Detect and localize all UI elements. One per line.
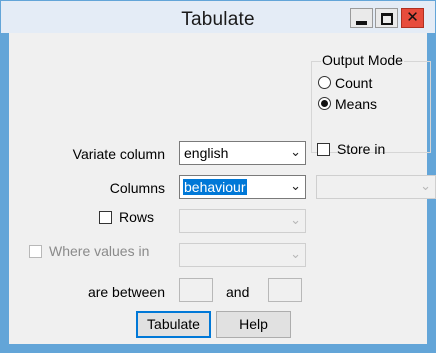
variate-column-select[interactable]: english ⌄ xyxy=(179,141,306,165)
close-icon: ✕ xyxy=(406,9,419,26)
output-mode-label: Output Mode xyxy=(321,52,404,68)
columns-label: Columns xyxy=(109,180,165,196)
variate-column-label: Variate column xyxy=(72,146,165,162)
minimize-button[interactable] xyxy=(350,8,373,28)
means-radio-label[interactable]: Means xyxy=(335,96,377,112)
and-label: and xyxy=(226,284,250,300)
range-from-field[interactable] xyxy=(179,278,213,302)
count-radio-label[interactable]: Count xyxy=(335,75,372,91)
where-values-in-select[interactable]: ⌄ xyxy=(179,243,306,267)
where-values-in-checkbox[interactable] xyxy=(29,245,42,258)
chevron-down-icon: ⌄ xyxy=(290,246,301,261)
store-in-select[interactable]: ⌄ xyxy=(316,175,436,199)
store-in-label[interactable]: Store in xyxy=(337,141,385,157)
range-to-field[interactable] xyxy=(268,278,302,302)
title-bar[interactable]: Tabulate ✕ xyxy=(1,1,435,33)
dialog-client-area: Output Mode Count Means Variate column e… xyxy=(9,33,436,344)
count-radio[interactable] xyxy=(318,76,331,89)
help-button[interactable]: Help xyxy=(216,311,291,338)
chevron-down-icon: ⌄ xyxy=(290,178,301,193)
chevron-down-icon: ⌄ xyxy=(290,144,301,159)
variate-column-value: english xyxy=(184,145,229,161)
are-between-label: are between xyxy=(87,284,165,300)
rows-checkbox[interactable] xyxy=(99,211,112,224)
chevron-down-icon: ⌄ xyxy=(290,212,301,227)
maximize-icon xyxy=(381,13,393,25)
maximize-button[interactable] xyxy=(375,8,398,28)
chevron-down-icon: ⌄ xyxy=(420,178,431,193)
rows-label[interactable]: Rows xyxy=(119,209,154,225)
rows-select[interactable]: ⌄ xyxy=(179,209,306,233)
radio-selected-dot xyxy=(321,100,328,107)
store-in-checkbox[interactable] xyxy=(317,143,330,156)
means-radio[interactable] xyxy=(318,97,331,110)
close-button[interactable]: ✕ xyxy=(401,8,424,28)
columns-value: behaviour xyxy=(183,179,247,195)
minimize-icon xyxy=(356,21,367,25)
where-values-in-label[interactable]: Where values in xyxy=(49,243,149,259)
tabulate-button[interactable]: Tabulate xyxy=(136,311,211,338)
columns-select[interactable]: behaviour ⌄ xyxy=(179,175,306,199)
tabulate-window: Tabulate ✕ Output Mode Count Means Varia… xyxy=(0,0,436,353)
